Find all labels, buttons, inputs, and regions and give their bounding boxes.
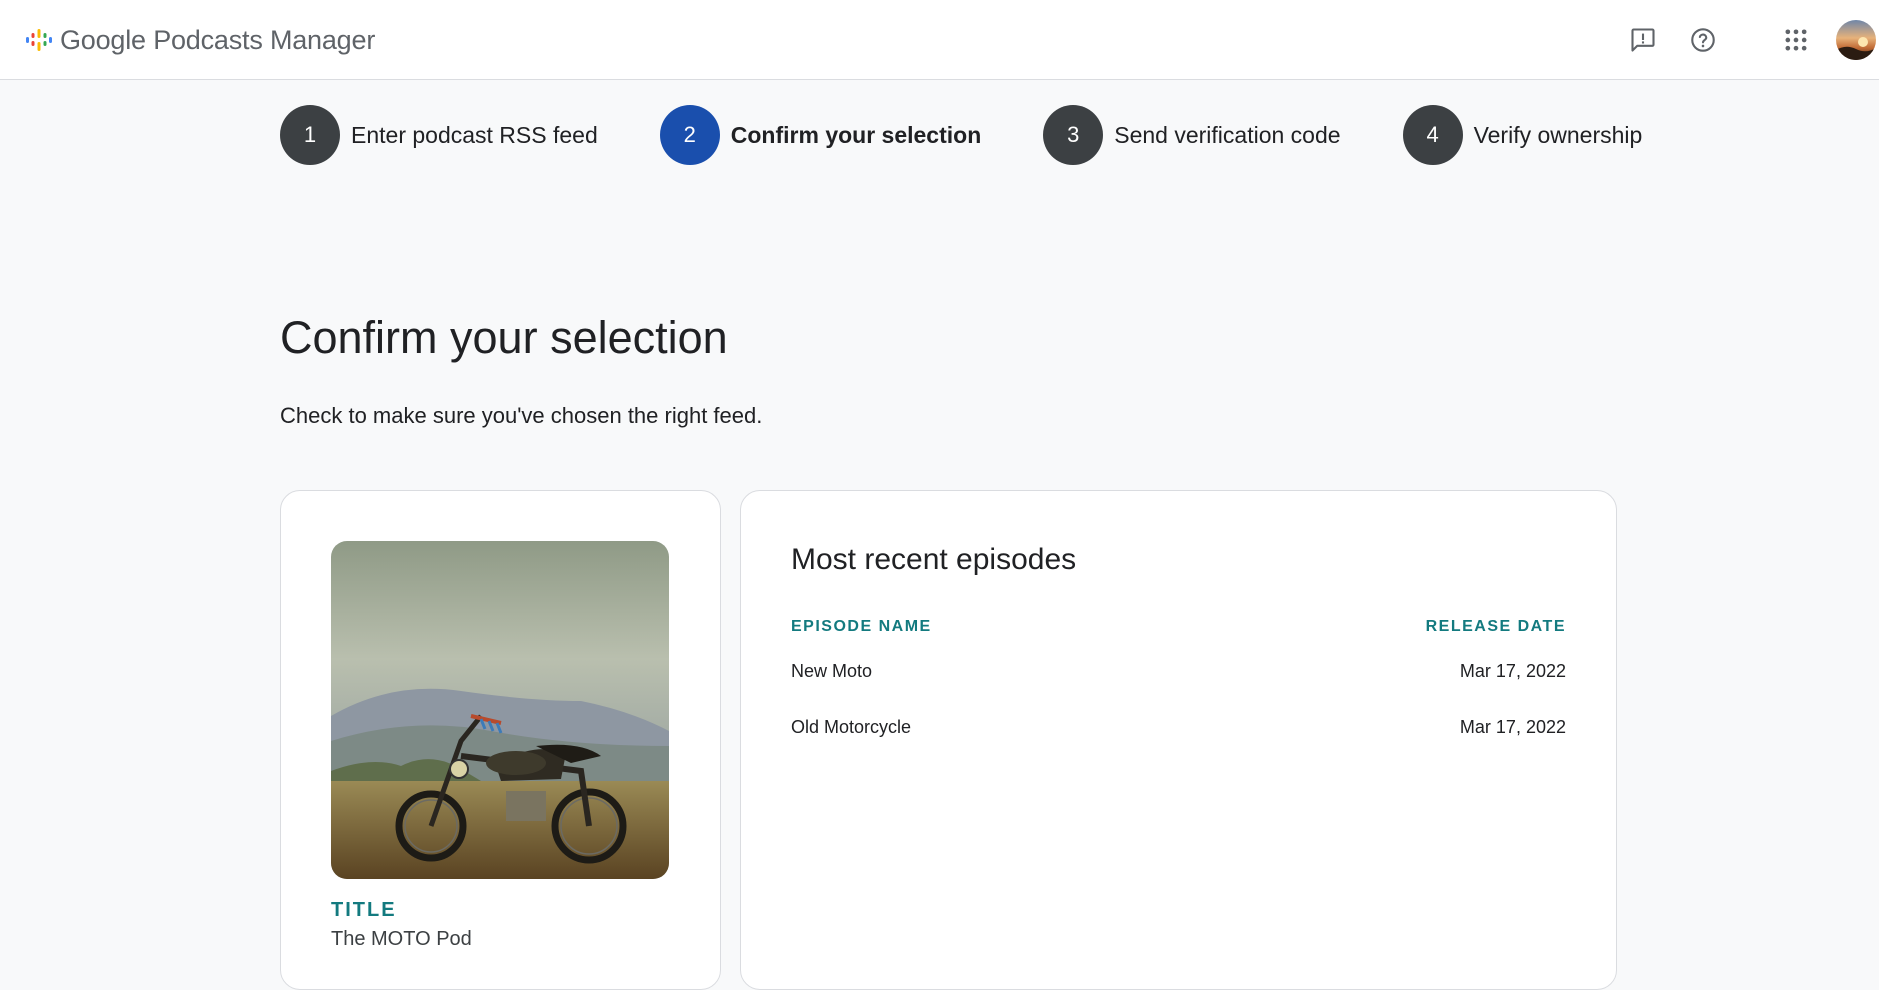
episodes-table: EPISODE NAME RELEASE DATE New Moto Mar 1… bbox=[791, 611, 1566, 755]
brand[interactable]: Google Podcasts Manager bbox=[24, 22, 375, 58]
step-4: 4 Verify ownership bbox=[1402, 105, 1643, 165]
column-release-date: RELEASE DATE bbox=[1425, 618, 1566, 635]
feedback-button[interactable] bbox=[1623, 20, 1663, 60]
episode-name: Old Motorcycle bbox=[791, 716, 912, 737]
episodes-heading: Most recent episodes bbox=[791, 543, 1077, 576]
step-number: 4 bbox=[1402, 105, 1463, 165]
page-subtitle: Check to make sure you've chosen the rig… bbox=[280, 403, 763, 428]
brand-google-word: Google bbox=[60, 24, 146, 55]
podcast-cover-art bbox=[331, 541, 669, 879]
top-app-bar: Google Podcasts Manager bbox=[0, 0, 1879, 80]
step-2-current: 2 Confirm your selection bbox=[659, 105, 982, 165]
podcasts-logo-icon bbox=[26, 29, 52, 51]
brand-product-word: Podcasts Manager bbox=[153, 24, 376, 55]
table-row: New Moto Mar 17, 2022 bbox=[791, 643, 1566, 699]
title-field-label: TITLE bbox=[331, 899, 397, 921]
step-label: Send verification code bbox=[1114, 121, 1341, 148]
step-number: 1 bbox=[280, 105, 340, 165]
column-episode-name: EPISODE NAME bbox=[791, 618, 932, 635]
step-number: 2 bbox=[659, 105, 720, 165]
step-number: 3 bbox=[1043, 105, 1104, 165]
title-field-value: The MOTO Pod bbox=[331, 928, 472, 950]
step-label: Enter podcast RSS feed bbox=[351, 121, 598, 148]
product-name: Google Podcasts Manager bbox=[60, 25, 375, 56]
motorcycle-image bbox=[331, 541, 669, 879]
avatar-image bbox=[1836, 20, 1876, 60]
apps-button[interactable] bbox=[1776, 20, 1816, 60]
episode-release-date: Mar 17, 2022 bbox=[1459, 716, 1566, 737]
recent-episodes-card: Most recent episodes EPISODE NAME RELEAS… bbox=[740, 490, 1617, 990]
apps-grid-icon bbox=[1785, 29, 1807, 51]
page-title: Confirm your selection bbox=[280, 312, 728, 363]
table-row: Old Motorcycle Mar 17, 2022 bbox=[791, 699, 1566, 755]
step-3: 3 Send verification code bbox=[1043, 105, 1341, 165]
feedback-icon bbox=[1631, 28, 1655, 52]
help-icon bbox=[1691, 28, 1715, 52]
progress-stepper: 1 Enter podcast RSS feed 2 Confirm your … bbox=[280, 105, 1642, 165]
episode-release-date: Mar 17, 2022 bbox=[1459, 660, 1566, 681]
table-header: EPISODE NAME RELEASE DATE bbox=[791, 611, 1566, 643]
step-label: Confirm your selection bbox=[730, 121, 982, 148]
help-button[interactable] bbox=[1683, 20, 1723, 60]
episode-name: New Moto bbox=[791, 660, 873, 681]
step-1: 1 Enter podcast RSS feed bbox=[280, 105, 598, 165]
podcast-info-card: TITLE The MOTO Pod bbox=[280, 490, 721, 990]
account-avatar[interactable] bbox=[1836, 20, 1876, 60]
step-label: Verify ownership bbox=[1473, 121, 1643, 148]
